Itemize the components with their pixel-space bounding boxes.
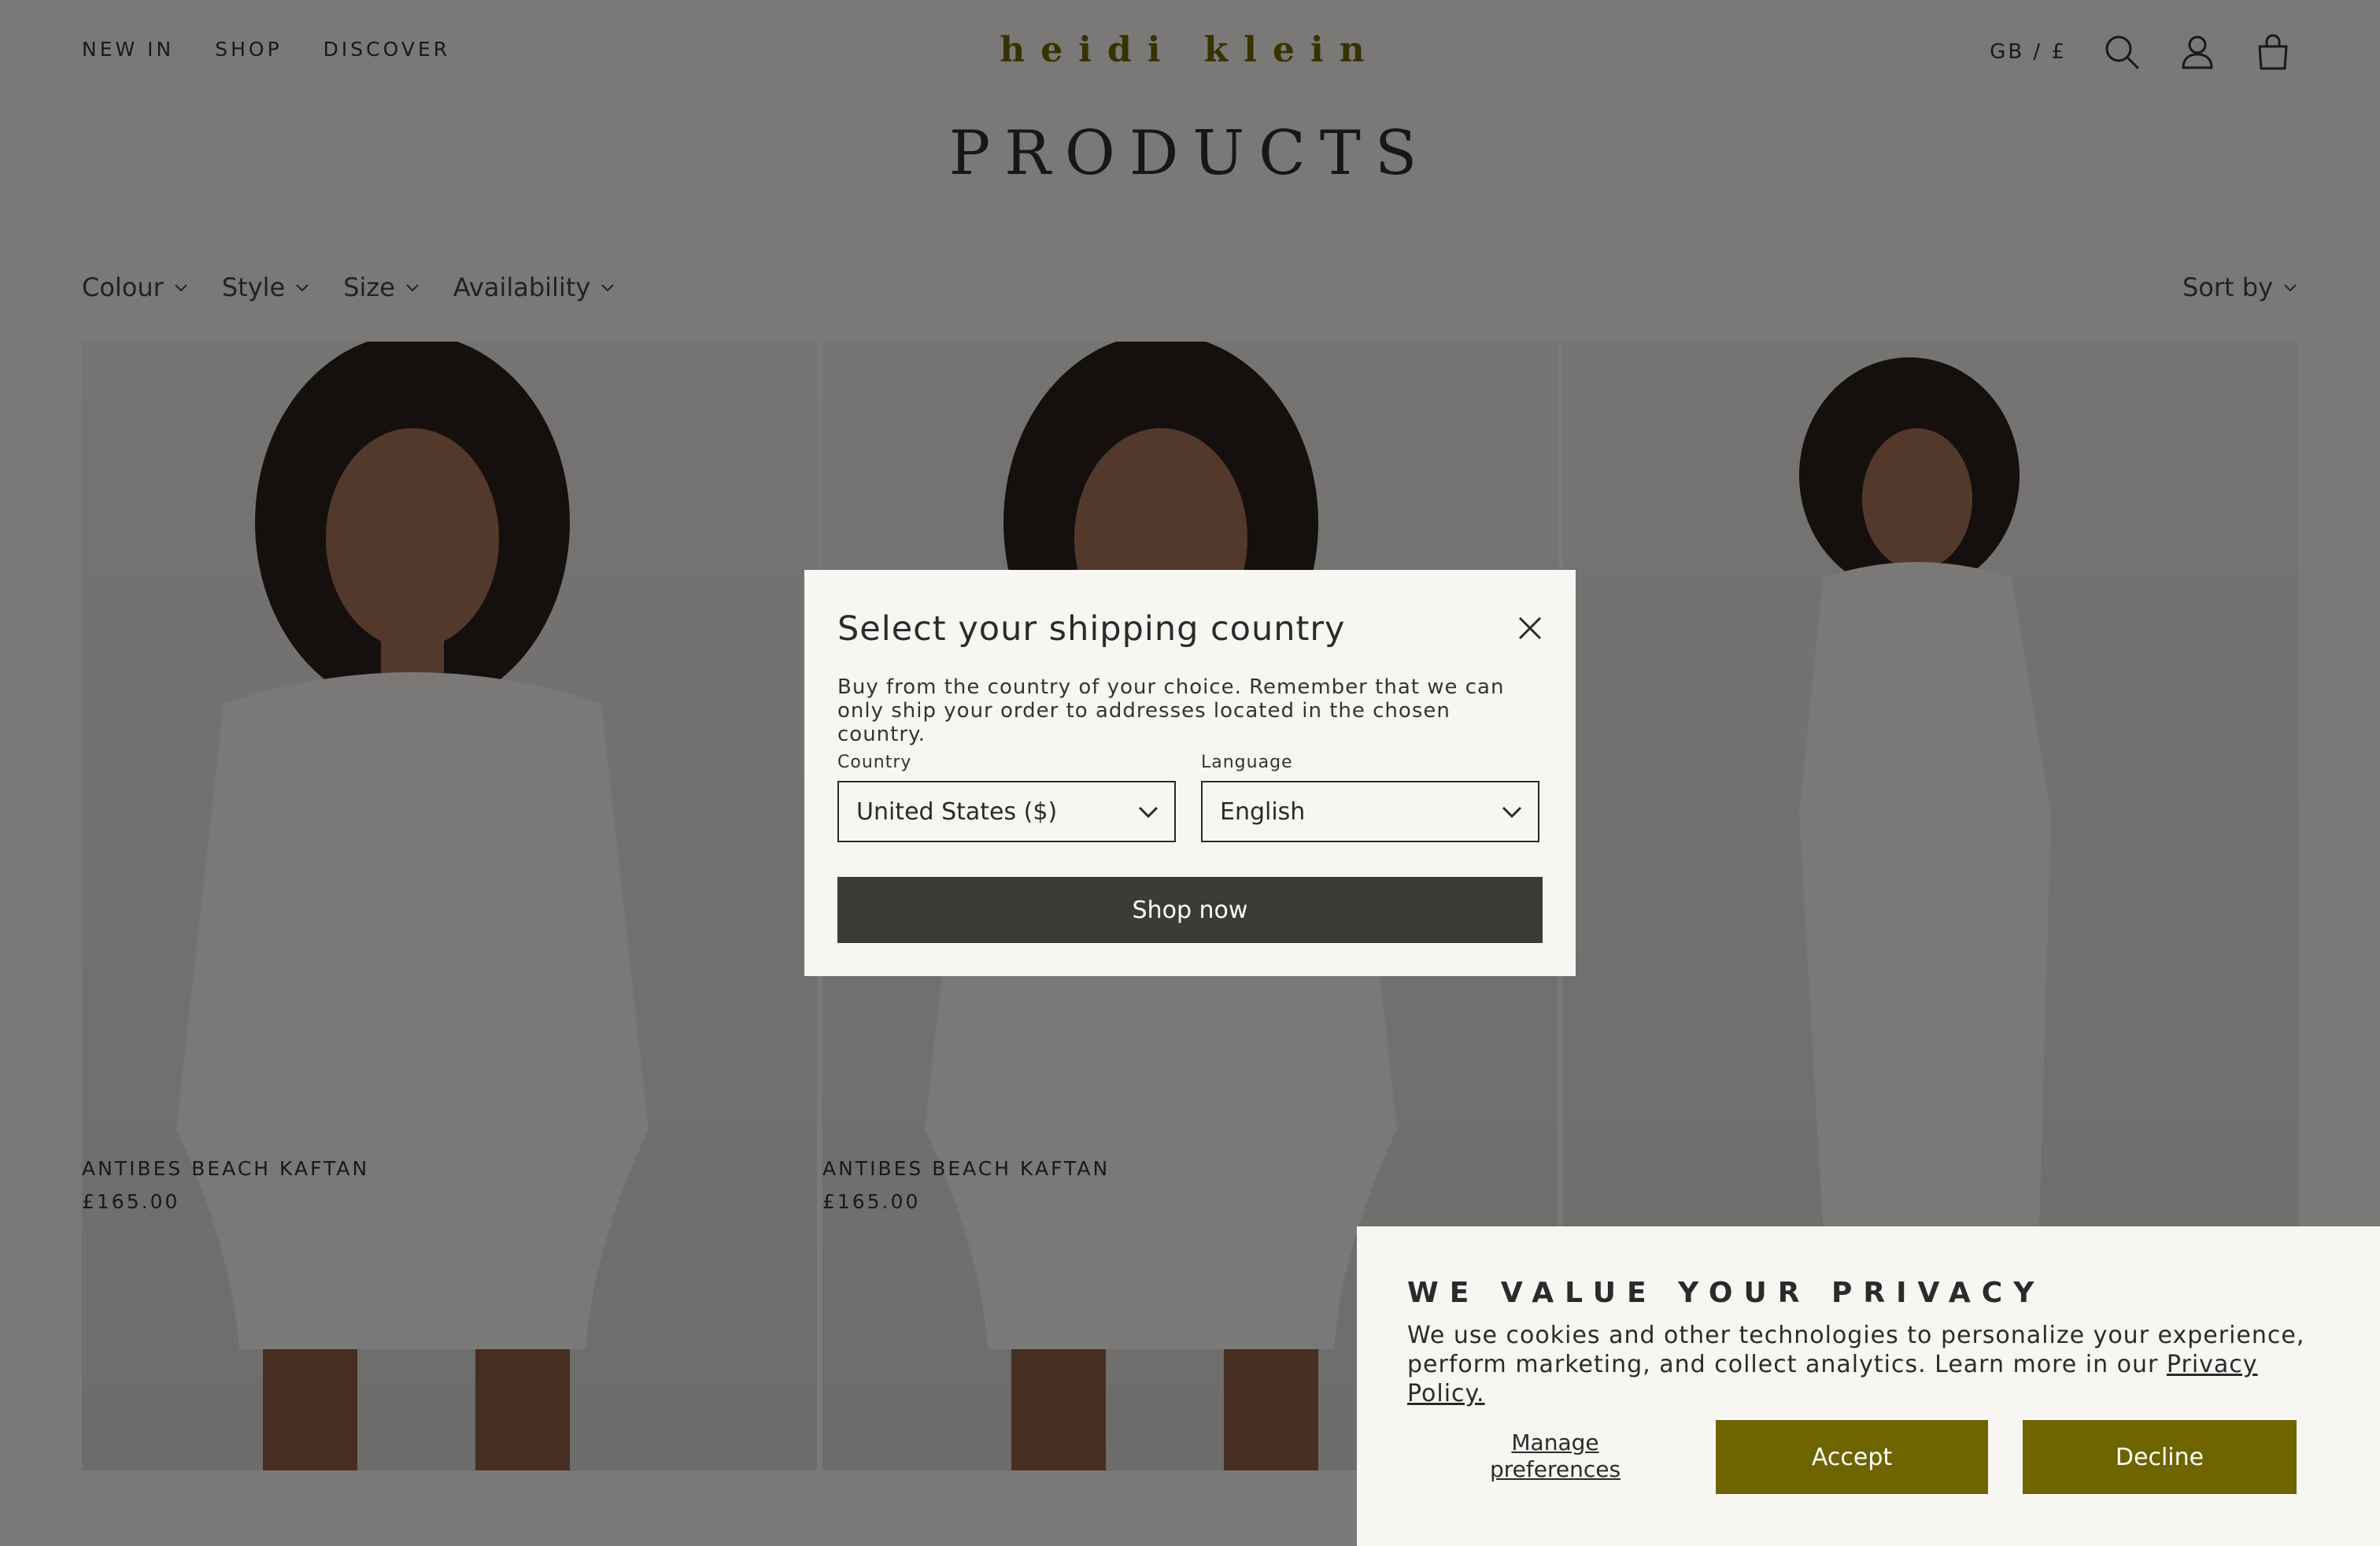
close-icon[interactable] — [1516, 614, 1544, 642]
country-select-value: United States ($) — [856, 797, 1058, 826]
decline-button[interactable]: Decline — [2023, 1420, 2297, 1494]
language-label: Language — [1201, 753, 1293, 772]
country-select[interactable]: United States ($) — [837, 781, 1176, 842]
shipping-country-modal: Select your shipping country Buy from th… — [804, 570, 1576, 976]
country-label: Country — [837, 753, 912, 772]
shop-now-button[interactable]: Shop now — [837, 877, 1543, 943]
language-select[interactable]: English — [1201, 781, 1539, 842]
cookie-title: WE VALUE YOUR PRIVACY — [1407, 1277, 2046, 1309]
manage-preferences-link[interactable]: Manage preferences — [1461, 1429, 1650, 1483]
accept-button[interactable]: Accept — [1716, 1420, 1988, 1494]
language-select-value: English — [1220, 797, 1306, 826]
modal-description: Buy from the country of your choice. Rem… — [837, 675, 1505, 746]
cookie-text: We use cookies and other technologies to… — [1407, 1321, 2336, 1408]
chevron-down-icon — [1138, 806, 1159, 819]
chevron-down-icon — [1502, 806, 1522, 819]
cookie-banner: WE VALUE YOUR PRIVACY We use cookies and… — [1357, 1226, 2380, 1546]
modal-title: Select your shipping country — [837, 609, 1346, 649]
